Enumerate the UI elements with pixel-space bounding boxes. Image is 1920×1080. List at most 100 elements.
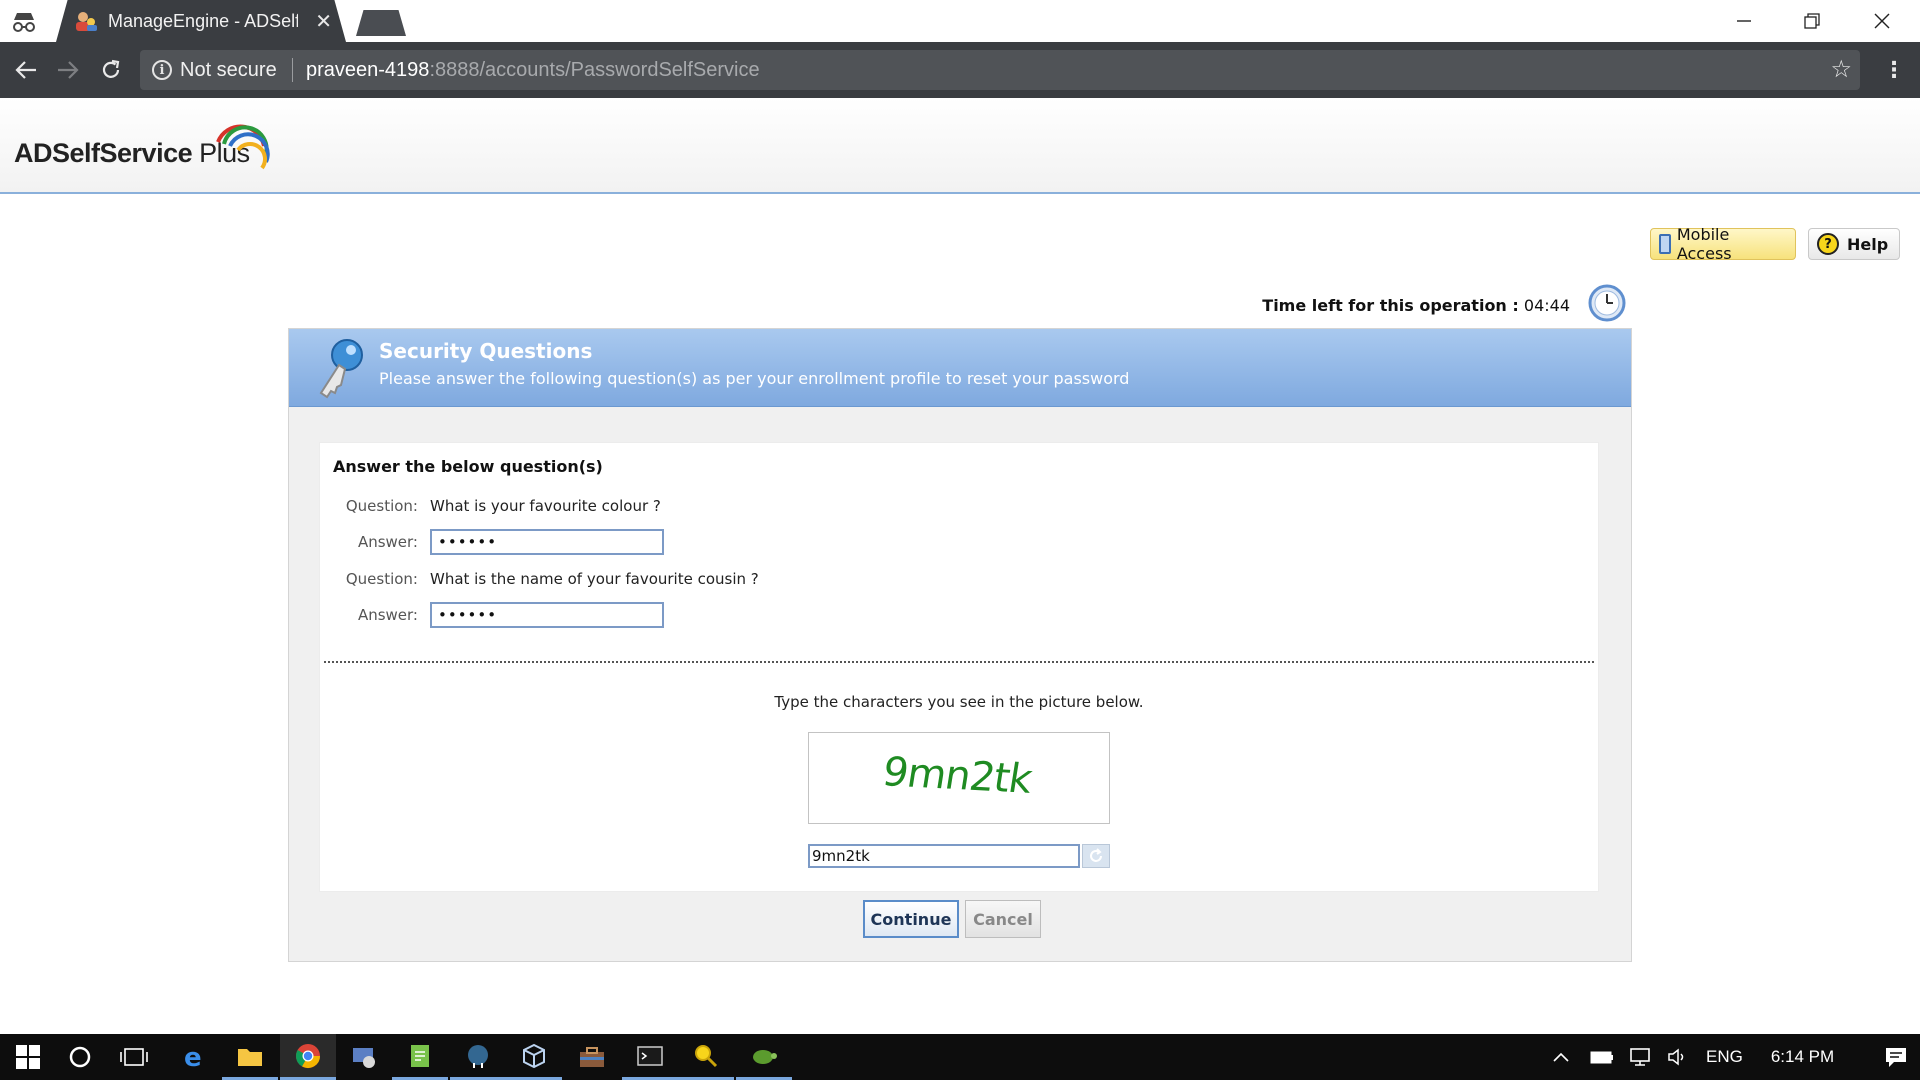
window-restore-button[interactable] — [1784, 4, 1840, 38]
cancel-button[interactable]: Cancel — [965, 900, 1041, 938]
time-left-label: Time left for this operation : — [1262, 296, 1519, 315]
answer-input-1[interactable] — [430, 529, 664, 555]
taskbar-app-database[interactable] — [450, 1034, 506, 1080]
database-elephant-icon — [468, 1044, 488, 1068]
browser-tab-active[interactable]: ManageEngine - ADSelfService Plus ✕ — [56, 0, 346, 42]
taskbar-file-explorer[interactable] — [222, 1034, 278, 1080]
tab-title: ManageEngine - ADSelfService Plus — [108, 11, 298, 31]
windows-logo-icon — [16, 1045, 40, 1069]
clock-icon — [1588, 284, 1626, 322]
network-icon[interactable] — [1628, 1047, 1652, 1067]
task-view-button[interactable] — [106, 1034, 162, 1080]
answer-label-2: Answer: — [357, 606, 418, 624]
url-path: :8888/accounts/PasswordSelfService — [429, 59, 760, 81]
help-button[interactable]: ? Help — [1808, 228, 1900, 260]
forward-button[interactable] — [52, 54, 84, 86]
taskbar-app-virtualbox[interactable] — [506, 1034, 562, 1080]
battery-icon[interactable] — [1590, 1049, 1614, 1065]
windows-taskbar: e ENG 6:14 PM — [0, 1034, 1920, 1080]
help-label: Help — [1847, 234, 1889, 254]
window-close-button[interactable] — [1854, 4, 1910, 38]
answer-label-1: Answer: — [357, 533, 418, 551]
window-minimize-button[interactable] — [1716, 4, 1772, 38]
security-indicator[interactable]: Not secure — [180, 59, 277, 82]
section-divider — [324, 661, 1594, 663]
taskbar-app-turtle[interactable] — [736, 1034, 792, 1080]
taskbar-edge[interactable]: e — [166, 1034, 222, 1080]
address-separator — [292, 58, 293, 82]
restore-icon — [1804, 13, 1820, 29]
panel-subtitle: Please answer the following question(s) … — [379, 369, 1130, 388]
new-tab-button[interactable] — [356, 10, 406, 36]
url-host: praveen-4198 — [306, 59, 430, 81]
panel-title: Security Questions — [379, 339, 593, 363]
tab-close-icon[interactable]: ✕ — [315, 9, 332, 33]
mobile-phone-icon — [1659, 234, 1671, 254]
cortana-circle-icon — [69, 1046, 91, 1068]
adselfservice-favicon-icon — [76, 12, 97, 31]
close-icon — [1874, 13, 1890, 29]
language-indicator[interactable]: ENG — [1706, 1047, 1743, 1067]
folder-icon — [238, 1048, 262, 1066]
questions-form: Answer the below question(s) Question: W… — [319, 442, 1599, 892]
question-label-1: Question: — [345, 497, 418, 515]
remote-desktop-icon — [353, 1048, 375, 1068]
action-center-icon[interactable] — [1884, 1046, 1908, 1068]
url-text[interactable]: praveen-4198:8888/accounts/PasswordSelfS… — [306, 59, 760, 82]
taskbar-clock[interactable]: 6:14 PM — [1771, 1047, 1834, 1067]
browser-tabstrip: ManageEngine - ADSelfService Plus ✕ — [0, 0, 1920, 42]
reload-icon — [102, 59, 120, 78]
volume-icon[interactable] — [1666, 1047, 1690, 1067]
start-button[interactable] — [0, 1034, 56, 1080]
chrome-icon — [296, 1043, 320, 1068]
refresh-icon — [1090, 848, 1102, 862]
back-button[interactable] — [10, 54, 42, 86]
section-title: Answer the below question(s) — [333, 457, 603, 476]
address-bar[interactable]: i Not secure praveen-4198:8888/accounts/… — [140, 50, 1860, 90]
cube-icon — [523, 1043, 545, 1068]
question-text-2: What is the name of your favourite cousi… — [430, 570, 759, 588]
taskbar-app-search[interactable] — [678, 1034, 734, 1080]
edge-icon: e — [184, 1044, 202, 1070]
question-text-1: What is your favourite colour ? — [430, 497, 661, 515]
incognito-icon — [13, 13, 35, 32]
cortana-button[interactable] — [52, 1034, 108, 1080]
captcha-image-text: 9mn2tk — [879, 749, 1035, 803]
time-left-value: 04:44 — [1523, 296, 1570, 315]
notepad-icon — [411, 1044, 429, 1067]
browser-toolbar: i Not secure praveen-4198:8888/accounts/… — [0, 42, 1920, 98]
taskbar-chrome[interactable] — [280, 1034, 336, 1080]
info-icon[interactable]: i — [152, 60, 172, 80]
magnifier-icon — [695, 1044, 718, 1067]
browser-menu-icon[interactable]: ⋮ — [1878, 54, 1910, 86]
answer-input-2[interactable] — [430, 602, 664, 628]
captcha-image: 9mn2tk — [808, 732, 1110, 824]
chevron-up-icon[interactable] — [1552, 1050, 1570, 1064]
arrow-right-icon — [58, 61, 79, 79]
panel-header: Security Questions Please answer the fol… — [289, 329, 1631, 407]
mobile-access-label: Mobile Access — [1676, 225, 1732, 263]
captcha-input[interactable] — [808, 844, 1080, 868]
bookmark-star-icon[interactable]: ☆ — [1830, 55, 1852, 83]
taskbar-app-suitcase[interactable] — [564, 1034, 620, 1080]
captcha-prompt: Type the characters you see in the pictu… — [774, 693, 1144, 711]
taskbar-app-remote[interactable] — [336, 1034, 392, 1080]
reload-button[interactable] — [95, 54, 127, 86]
captcha-refresh-button[interactable] — [1082, 844, 1110, 868]
logo-arc-icon — [216, 124, 270, 170]
suitcase-icon — [580, 1047, 604, 1067]
question-label-2: Question: — [345, 570, 418, 588]
svg-text:e: e — [184, 1044, 202, 1070]
continue-button[interactable]: Continue — [863, 900, 959, 938]
logo-main: ADSelfService — [14, 138, 200, 168]
time-left-text: Time left for this operation : 04:44 — [1200, 296, 1570, 315]
help-question-icon: ? — [1817, 233, 1839, 255]
task-view-icon — [120, 1048, 148, 1066]
key-icon — [319, 339, 363, 399]
minimize-icon — [1737, 20, 1751, 22]
page-header: ADSelfService Plus — [0, 98, 1920, 194]
taskbar-app-notepad[interactable] — [392, 1034, 448, 1080]
taskbar-app-terminal[interactable] — [622, 1034, 678, 1080]
mobile-access-button[interactable]: Mobile Access — [1650, 225, 1796, 263]
turtle-icon — [753, 1049, 777, 1064]
